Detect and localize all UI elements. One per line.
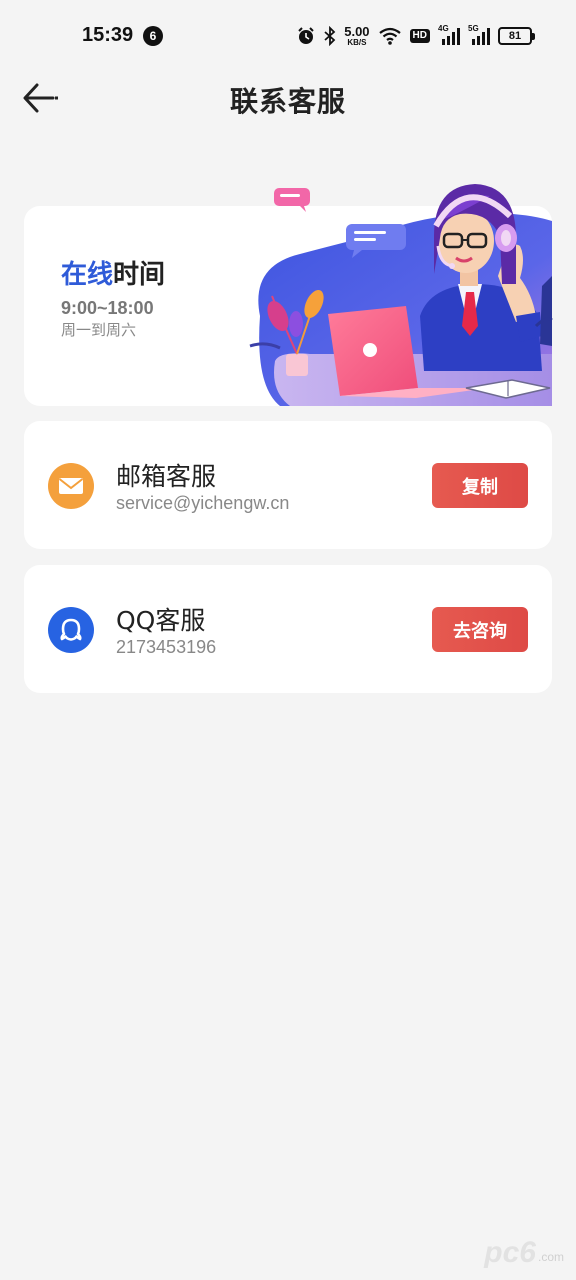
consult-qq-button[interactable]: 去咨询 <box>432 607 528 652</box>
email-support-name: 邮箱客服 <box>116 462 217 491</box>
qq-support-name: QQ客服 <box>116 606 206 635</box>
net-speed-value: 5.00 <box>344 24 370 39</box>
qq-support-card: QQ客服 2173453196 去咨询 <box>24 565 552 693</box>
hd-voice-badge: HD <box>409 29 430 43</box>
sim2-generation: 5G <box>468 24 479 33</box>
bluetooth-icon <box>324 26 336 46</box>
banner-title: 在线时间 <box>61 254 165 291</box>
service-hours-banner: 在线时间 9:00~18:00 周一到周六 <box>24 184 553 406</box>
page-title: 联系客服 <box>229 85 346 118</box>
header: 联系客服 <box>0 72 576 124</box>
banner-title-highlight: 在线 <box>61 260 114 290</box>
watermark-logo: pc6 .com <box>484 1236 564 1270</box>
notification-badge: 6 <box>143 26 163 46</box>
status-bar: 15:39 6 5.00 KB/S HD 4G 5G 81 <box>0 0 576 72</box>
net-speed-indicator: 5.00 KB/S <box>344 25 369 47</box>
banner-title-rest: 时间 <box>113 260 166 290</box>
service-days: 周一到周六 <box>61 321 137 339</box>
customer-service-illustration <box>249 184 553 406</box>
copy-email-button[interactable]: 复制 <box>432 463 528 508</box>
alarm-icon <box>296 26 316 46</box>
service-hours: 9:00~18:00 <box>61 298 154 318</box>
sim1-generation: 4G <box>438 24 449 33</box>
status-icons: 5.00 KB/S HD 4G 5G 81 <box>296 22 535 50</box>
email-support-card: 邮箱客服 service@yichengw.cn 复制 <box>24 421 552 549</box>
status-time: 15:39 <box>82 24 134 46</box>
wifi-icon <box>378 26 402 46</box>
signal-sim1-icon: 4G <box>438 24 460 46</box>
watermark-sub: .com <box>537 1250 564 1264</box>
watermark-main: pc6 <box>484 1236 536 1269</box>
email-address: service@yichengw.cn <box>116 493 290 513</box>
qq-number: 2173453196 <box>116 637 217 657</box>
battery-indicator: 81 <box>498 27 535 45</box>
signal-sim2-icon: 5G <box>468 24 490 46</box>
email-icon <box>48 463 94 509</box>
qq-icon <box>48 607 94 653</box>
net-speed-unit: KB/S <box>347 38 367 47</box>
